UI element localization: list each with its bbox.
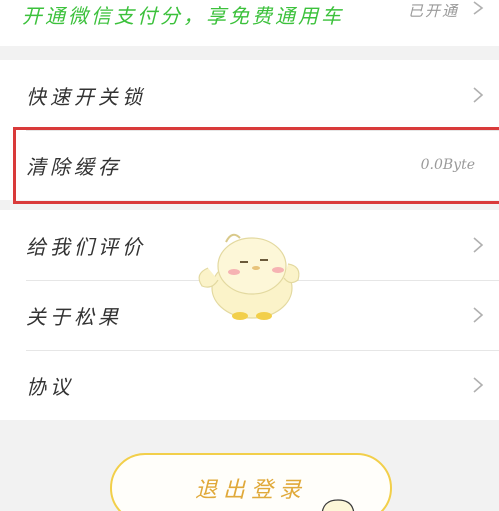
settings-item-label: 协议 xyxy=(26,374,74,399)
chevron-right-icon xyxy=(473,377,484,393)
clear-cache-highlight xyxy=(13,127,499,204)
settings-item-quick-lock[interactable]: 快速开关锁 xyxy=(0,60,499,130)
mascot-peek-icon xyxy=(321,499,355,511)
settings-item-label: 给我们评价 xyxy=(26,234,146,259)
mascot-chick-icon xyxy=(198,233,300,320)
wechat-pay-promo-text: 开通微信支付分，享免费通用车 xyxy=(22,4,344,28)
settings-item-agreement[interactable]: 协议 xyxy=(0,350,499,420)
chevron-right-icon xyxy=(473,237,484,253)
settings-item-label: 关于松果 xyxy=(26,304,122,329)
chevron-right-icon xyxy=(473,1,484,15)
chevron-right-icon xyxy=(473,307,484,323)
wechat-pay-banner[interactable]: 开通微信支付分，享免费通用车 已开通 xyxy=(0,0,499,46)
settings-item-label: 快速开关锁 xyxy=(26,84,146,109)
chevron-right-icon xyxy=(473,87,484,103)
wechat-pay-status: 已开通 xyxy=(407,2,459,20)
